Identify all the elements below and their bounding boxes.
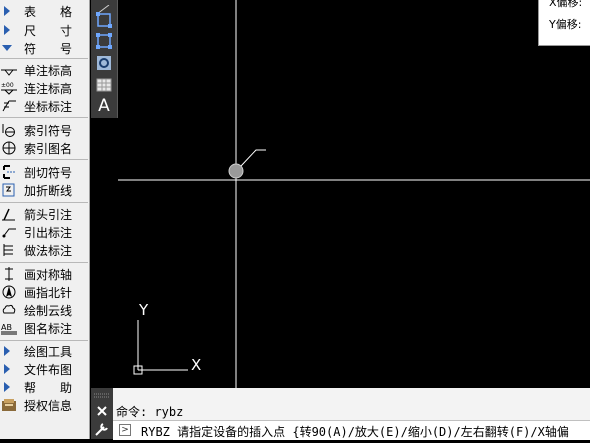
tool-label: 绘制云线 xyxy=(24,304,73,318)
divider xyxy=(0,117,88,118)
x-offset-label: X偏移: xyxy=(549,0,583,9)
grip-icon xyxy=(94,393,110,398)
tool-elevation-single[interactable]: 单注标高 xyxy=(0,61,88,79)
category-label: 授权信息 xyxy=(24,399,73,413)
triangle-right-icon xyxy=(4,364,10,374)
offset-info-panel: X偏移: Y偏移: xyxy=(538,0,590,46)
category-label: 文件布图 xyxy=(24,363,73,377)
select-crossing-icon[interactable] xyxy=(94,31,114,51)
category-label: 帮助 xyxy=(24,381,72,395)
command-history: 命令: rybz xyxy=(116,405,184,419)
category-label: 绘图工具 xyxy=(24,345,73,359)
y-offset-label: Y偏移: xyxy=(549,18,582,31)
symmetry-axis-icon xyxy=(5,267,13,281)
cloud-line-icon xyxy=(2,304,16,314)
method-label-icon xyxy=(3,244,13,256)
category-label: 表格 xyxy=(24,5,72,19)
triangle-down-icon xyxy=(2,45,12,51)
leader-label-icon xyxy=(2,228,16,238)
category-drawing-tools[interactable]: 绘图工具 xyxy=(0,342,88,360)
elevation-single-icon xyxy=(1,69,17,76)
triangle-right-icon xyxy=(4,25,10,35)
tool-north-arrow[interactable]: 画指北针 xyxy=(0,283,88,301)
category-authorization[interactable]: 授权信息 xyxy=(0,396,88,414)
ucs-y-label: Y xyxy=(138,301,149,319)
tool-coordinate[interactable]: 坐标标注 xyxy=(0,97,88,115)
command-input[interactable]: > RYBZ 请指定设备的插入点 {转90(A)/放大(E)/缩小(D)/左右翻… xyxy=(113,420,590,440)
command-prompt-icon: > xyxy=(119,424,131,436)
index-drawing-icon xyxy=(2,141,16,155)
tool-arrow-leader[interactable]: 箭头引注 xyxy=(0,205,88,223)
index-symbol-icon xyxy=(2,124,15,137)
command-current-text: RYBZ 请指定设备的插入点 {转90(A)/放大(E)/缩小(D)/左右翻转(… xyxy=(141,425,569,439)
divider xyxy=(0,262,88,263)
tool-symmetry-axis[interactable]: 画对称轴 xyxy=(0,265,88,283)
tool-label: 单注标高 xyxy=(24,64,73,78)
category-label: 尺寸 xyxy=(24,24,72,38)
draw-line-icon[interactable] xyxy=(94,0,114,15)
tool-label: 连注标高 xyxy=(24,82,73,96)
wrench-icon xyxy=(95,423,108,436)
ucs-x-label: X xyxy=(191,356,201,374)
category-symbols[interactable]: 符号 xyxy=(0,39,88,57)
tool-label: 做法标注 xyxy=(24,244,73,258)
tool-cloud-line[interactable]: 绘制云线 xyxy=(0,301,88,319)
svg-text:±00: ±00 xyxy=(1,82,14,89)
drawing-canvas[interactable]: Y X xyxy=(118,0,590,388)
divider xyxy=(0,340,88,341)
divider xyxy=(0,159,88,160)
tool-drawing-name[interactable]: AB 图名标注 xyxy=(0,319,88,337)
close-icon xyxy=(97,406,107,416)
tool-label: 剖切符号 xyxy=(24,166,73,180)
section-cut-icon xyxy=(3,165,15,179)
elevation-multi-icon: ±00 xyxy=(1,82,17,95)
tool-break-line[interactable]: 加折断线 xyxy=(0,181,88,199)
drawing-name-icon: AB xyxy=(1,323,17,335)
category-tables[interactable]: 表格 xyxy=(0,2,88,20)
ucs-axis-icon xyxy=(133,320,188,375)
triangle-right-icon xyxy=(4,382,10,392)
command-side-bar xyxy=(91,388,113,439)
break-line-icon xyxy=(2,183,15,197)
tool-label: 引出标注 xyxy=(24,226,73,240)
category-label: 符号 xyxy=(24,42,72,56)
select-window-icon[interactable] xyxy=(94,10,114,30)
tool-elevation-multi[interactable]: ±00 连注标高 xyxy=(0,79,88,97)
category-file-layout[interactable]: 文件布图 xyxy=(0,360,88,378)
category-dimensions[interactable]: 尺寸 xyxy=(0,21,88,39)
tool-section-cut[interactable]: 剖切符号 xyxy=(0,163,88,181)
divider xyxy=(0,202,88,203)
tool-label: 图名标注 xyxy=(24,322,73,336)
tool-label: 画对称轴 xyxy=(24,268,73,282)
tool-label: 加折断线 xyxy=(24,184,73,198)
coordinate-icon xyxy=(2,100,16,112)
tool-method-label[interactable]: 做法标注 xyxy=(0,241,88,259)
tool-label: 索引图名 xyxy=(24,142,73,156)
svg-text:AB: AB xyxy=(1,323,12,332)
triangle-right-icon xyxy=(4,6,10,16)
arrow-leader-icon xyxy=(2,208,15,221)
table-icon[interactable] xyxy=(94,75,114,95)
divider xyxy=(0,58,88,59)
tool-label: 索引符号 xyxy=(24,124,73,138)
tool-leader-label[interactable]: 引出标注 xyxy=(0,223,88,241)
vertical-toolbar: A xyxy=(91,0,118,118)
tool-index-drawing[interactable]: 索引图名 xyxy=(0,139,88,157)
command-area: 命令: rybz > RYBZ 请指定设备的插入点 {转90(A)/放大(E)/… xyxy=(91,388,590,440)
tool-index-symbol[interactable]: 索引符号 xyxy=(0,121,88,139)
zoom-circle-icon[interactable] xyxy=(94,53,114,73)
device-leader-line xyxy=(240,149,266,167)
north-arrow-icon xyxy=(2,285,16,299)
category-help[interactable]: 帮助 xyxy=(0,378,88,396)
tool-label: 坐标标注 xyxy=(24,100,73,114)
left-tool-panel: 表格 尺寸 符号 单注标高 ±00 连注标高 坐标标注 索引符号 索引图名 剖切… xyxy=(0,0,90,439)
triangle-right-icon xyxy=(4,346,10,356)
device-insertion-marker xyxy=(228,163,244,179)
tool-label: 箭头引注 xyxy=(24,208,73,222)
tool-label: 画指北针 xyxy=(24,286,73,300)
text-a-icon[interactable]: A xyxy=(94,96,114,116)
authorization-icon xyxy=(2,399,16,411)
